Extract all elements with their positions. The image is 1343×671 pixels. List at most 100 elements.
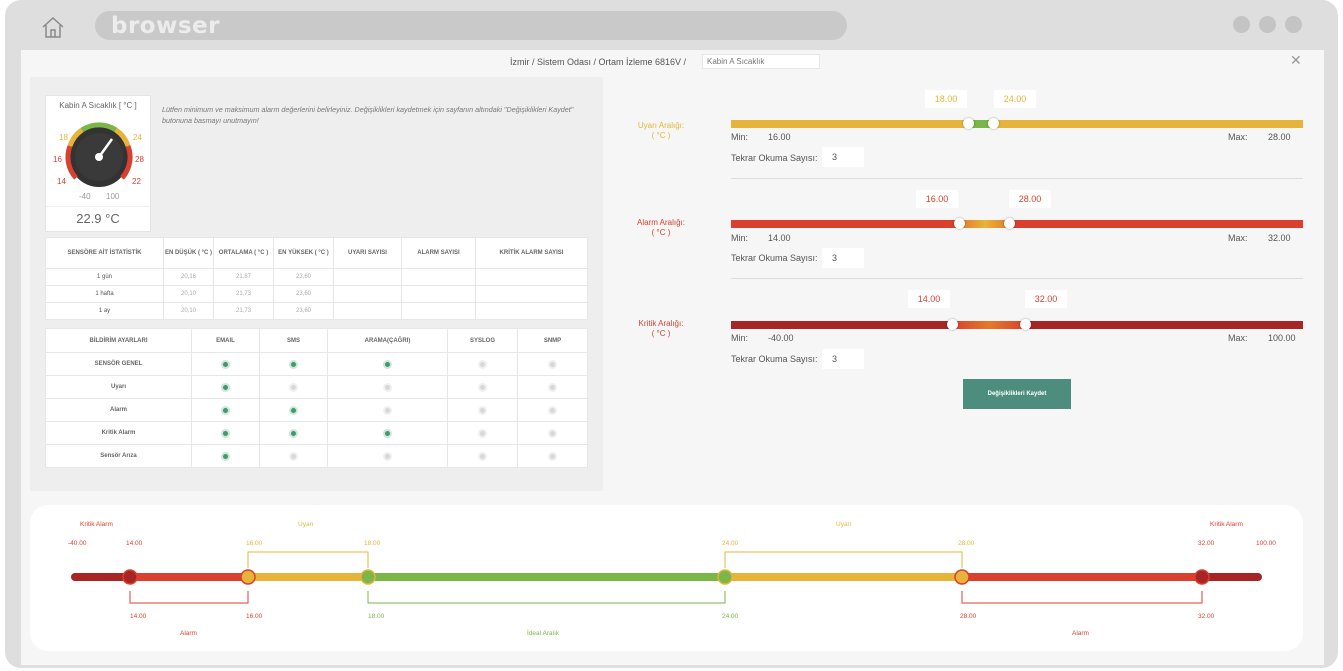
scale-top-value: -40.00 (68, 540, 87, 547)
alarm-repeat-label: Tekrar Okuma Sayısı: (731, 253, 818, 263)
alarm-range-label: Alarm Aralığı:( °C ) (636, 218, 685, 237)
scale-label-critical-right: Kritik Alarm (1210, 521, 1243, 528)
gauge-label-minus40: -40 (79, 192, 91, 201)
scale-label-alarm-left: Alarm (180, 630, 197, 637)
window-dot-1[interactable] (1233, 16, 1250, 33)
critical-min-label: Min: (731, 333, 749, 343)
table-row: Sensör Arıza (45, 444, 588, 468)
notif-toggle-email[interactable] (221, 382, 230, 392)
critical-low-handle[interactable] (947, 319, 958, 330)
warning-min-label: Min: (731, 132, 749, 142)
table-row: 1 hafta 20,10 21,73 23,60 (45, 285, 588, 303)
scale-top-value: 14.00 (126, 540, 143, 547)
stats-header: SENSÖRE AİT İSTATİSTİK (45, 237, 164, 269)
notif-toggle-aramaari[interactable] (383, 405, 392, 415)
notif-toggle-email[interactable] (221, 405, 230, 415)
stats-header: UYARI SAYISI (333, 237, 402, 269)
notif-header: ARAMA(ÇAĞRI) (327, 328, 448, 353)
close-icon[interactable]: ✕ (1290, 52, 1302, 69)
notif-header: SYSLOG (447, 328, 518, 353)
scale-label-alarm-right: Alarm (1072, 630, 1089, 637)
gauge-label-100: 100 (106, 192, 120, 201)
scale-bottom-value: 24.00 (722, 613, 739, 620)
notif-toggle-syslog[interactable] (478, 405, 487, 415)
gauge-label-28: 28 (135, 155, 144, 164)
scale-marker-24 (717, 569, 733, 585)
critical-repeat-input[interactable]: 3 (822, 349, 864, 369)
notif-toggle-snmp[interactable] (548, 359, 557, 369)
notif-toggle-email[interactable] (221, 428, 230, 438)
scale-marker-14 (122, 569, 138, 585)
warning-repeat-input[interactable]: 3 (822, 147, 864, 167)
stats-header: ORTALAMA ( °C ) (213, 237, 274, 269)
warning-low-handle[interactable] (963, 118, 974, 129)
notif-toggle-aramaari[interactable] (383, 359, 392, 369)
stats-table: SENSÖRE AİT İSTATİSTİK EN DÜŞÜK ( °C ) O… (45, 237, 588, 320)
notif-header: SNMP (517, 328, 588, 353)
notif-toggle-snmp[interactable] (548, 428, 557, 438)
critical-high-handle[interactable] (1020, 319, 1031, 330)
warning-high-value[interactable]: 24.00 (994, 90, 1036, 108)
notif-toggle-sms[interactable] (289, 382, 298, 392)
gauge-reading: 22.9 °C (76, 211, 120, 226)
alarm-max-label: Max: (1228, 233, 1248, 243)
scale-marker-16 (240, 569, 256, 585)
notif-toggle-snmp[interactable] (548, 405, 557, 415)
window-dot-2[interactable] (1259, 16, 1276, 33)
notif-toggle-syslog[interactable] (478, 359, 487, 369)
scale-label-ideal: İdeal Aralık (527, 628, 560, 637)
alarm-low-handle[interactable] (954, 218, 965, 229)
alarm-high-value[interactable]: 28.00 (1009, 190, 1051, 208)
table-row: SENSÖR GENEL (45, 352, 588, 376)
stats-header: ALARM SAYISI (401, 237, 476, 269)
scale-top-value: 32.00 (1198, 540, 1215, 547)
warning-max-value: 28.00 (1268, 132, 1291, 142)
notif-toggle-email[interactable] (221, 359, 230, 369)
notif-toggle-syslog[interactable] (478, 428, 487, 438)
window-dot-3[interactable] (1285, 16, 1302, 33)
alarm-low-value[interactable]: 16.00 (916, 190, 958, 208)
warning-low-value[interactable]: 18.00 (925, 90, 967, 108)
alarm-slider[interactable] (731, 220, 1303, 228)
notif-toggle-sms[interactable] (289, 405, 298, 415)
stats-header: EN YÜKSEK ( °C ) (273, 237, 334, 269)
alarm-high-handle[interactable] (1004, 218, 1015, 229)
alarm-slider-inner (960, 220, 1010, 228)
notif-toggle-snmp[interactable] (548, 382, 557, 392)
alarm-min-label: Min: (731, 233, 749, 243)
gauge-title: Kabin A Sıcaklık [ °C ] (59, 101, 137, 110)
notif-toggle-aramaari[interactable] (383, 451, 392, 461)
table-row: Alarm (45, 398, 588, 422)
scale-bottom-value: 18.00 (368, 613, 385, 620)
threshold-scale: Kritik Alarm Uyarı Uyarı Kritik Alarm -4… (30, 505, 1303, 651)
alarm-repeat-input[interactable]: 3 (822, 248, 864, 268)
critical-max-value: 100.00 (1268, 333, 1296, 343)
notif-toggle-sms[interactable] (289, 428, 298, 438)
critical-slider-inner (953, 321, 1026, 329)
notif-header: EMAIL (191, 328, 260, 353)
critical-repeat-label: Tekrar Okuma Sayısı: (731, 354, 818, 364)
scale-marker-18 (360, 569, 376, 585)
notif-toggle-sms[interactable] (289, 359, 298, 369)
scale-bottom-value: 14.00 (130, 613, 147, 620)
notif-toggle-aramaari[interactable] (383, 428, 392, 438)
notif-toggle-sms[interactable] (289, 451, 298, 461)
home-icon[interactable] (39, 14, 67, 40)
sensor-name-input[interactable]: Kabin A Sıcaklık (702, 54, 820, 69)
critical-high-value[interactable]: 32.00 (1025, 290, 1067, 308)
notif-toggle-syslog[interactable] (478, 451, 487, 461)
notif-toggle-syslog[interactable] (478, 382, 487, 392)
notif-toggle-snmp[interactable] (548, 451, 557, 461)
address-bar[interactable]: browser (95, 11, 847, 40)
warning-slider[interactable] (731, 120, 1303, 128)
gauge-card: Kabin A Sıcaklık [ °C ] 18 24 16 28 14 2… (45, 95, 151, 232)
gauge-label-18: 18 (59, 133, 68, 142)
warning-high-handle[interactable] (988, 118, 999, 129)
critical-max-label: Max: (1228, 333, 1248, 343)
scale-label-warning-right: Uyarı (836, 521, 852, 528)
alarm-max-value: 32.00 (1268, 233, 1291, 243)
notif-toggle-aramaari[interactable] (383, 382, 392, 392)
critical-low-value[interactable]: 14.00 (908, 290, 950, 308)
notif-toggle-email[interactable] (221, 451, 230, 461)
save-changes-button[interactable]: Değişiklikleri Kaydet (963, 379, 1071, 409)
